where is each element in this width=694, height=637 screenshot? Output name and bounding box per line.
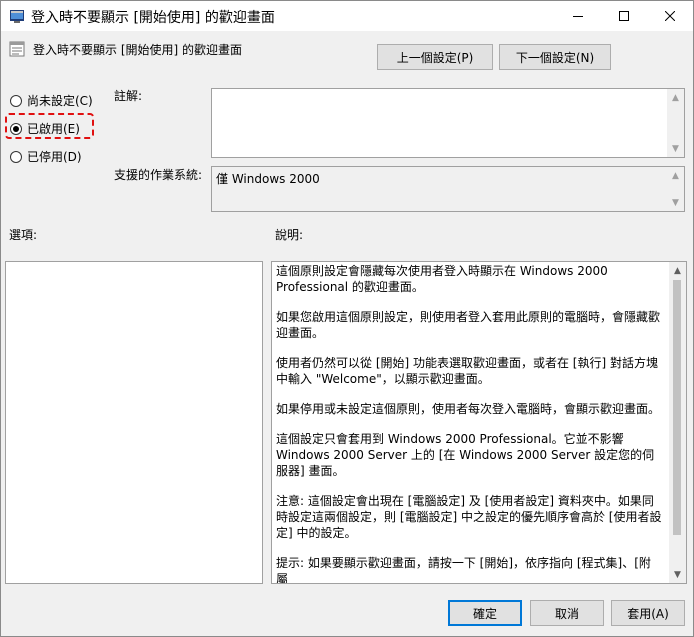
radio-label: 尚未設定(C) [27,94,93,108]
supported-os-value: 僅 Windows 2000 [216,172,320,186]
help-paragraph: 這個設定只會套用到 Windows 2000 Professional。它並不影… [276,432,655,478]
scroll-up-icon[interactable]: ▲ [669,262,686,279]
help-paragraph: 如果您啟用這個原則設定，則使用者登入套用此原則的電腦時，會隱藏歡迎畫面。 [276,310,661,340]
policy-app-icon [10,10,24,23]
enabled-highlight-box [5,113,94,139]
scroll-up-icon[interactable]: ▲ [667,89,684,106]
scroll-down-icon[interactable]: ▼ [669,566,686,583]
help-paragraph: 注意: 這個設定會出現在 [電腦設定] 及 [使用者設定] 資料夾中。如果同時設… [276,494,662,540]
help-scroll-thumb[interactable] [673,280,681,535]
radio-circle[interactable] [10,94,22,107]
options-label: 選項: [9,228,38,242]
cancel-button[interactable]: 取消 [530,600,604,626]
next-setting-button[interactable]: 下一個設定(N) [499,44,611,70]
title-bar[interactable]: 登入時不要顯示 [開始使用] 的歡迎畫面 [1,1,693,31]
supported-os-scrollbar[interactable]: ▲ ▼ [667,167,684,211]
comment-textarea[interactable]: ▲ ▼ [211,88,685,158]
help-paragraph: 這個原則設定會隱藏每次使用者登入時顯示在 Windows 2000 Profes… [276,264,608,294]
scroll-up-icon[interactable]: ▲ [667,167,684,184]
comment-label: 註解: [114,89,143,103]
comment-scrollbar[interactable]: ▲ ▼ [667,89,684,157]
help-paragraph: 提示: 如果要顯示歡迎畫面，請按一下 [開始]，依序指向 [程式集]、[附屬 [276,556,651,584]
help-text: 這個原則設定會隱藏每次使用者登入時顯示在 Windows 2000 Profes… [276,263,662,584]
policy-dialog: 登入時不要顯示 [開始使用] 的歡迎畫面 登入時不要顯示 [開始使用] 的歡迎畫… [0,0,694,637]
minimize-icon [573,16,583,17]
help-paragraph: 使用者仍然可以從 [開始] 功能表選取歡迎畫面，或者在 [執行] 對話方塊中輸入… [276,356,658,386]
maximize-icon [619,11,629,21]
supported-os-field: 僅 Windows 2000 ▲ ▼ [211,166,685,212]
maximize-button[interactable] [601,1,647,31]
policy-setting-icon [9,41,25,57]
supported-os-label: 支援的作業系統: [114,168,203,182]
window-title: 登入時不要顯示 [開始使用] 的歡迎畫面 [31,10,275,26]
scroll-down-icon[interactable]: ▼ [667,140,684,157]
help-pane[interactable]: 這個原則設定會隱藏每次使用者登入時顯示在 Windows 2000 Profes… [271,261,687,584]
help-label: 說明: [275,228,304,242]
apply-button[interactable]: 套用(A) [611,600,685,626]
radio-disabled[interactable]: 已停用(D) [10,148,82,165]
radio-not-configured[interactable]: 尚未設定(C) [10,92,93,109]
options-pane [5,261,263,584]
help-scrollbar[interactable]: ▲ ▼ [669,262,686,583]
close-icon [665,11,675,21]
help-paragraph: 如果停用或未設定這個原則，使用者每次登入電腦時，會顯示歡迎畫面。 [276,402,661,416]
radio-label: 已停用(D) [27,150,82,164]
close-button[interactable] [647,1,693,31]
ok-button[interactable]: 確定 [448,600,522,626]
scroll-down-icon[interactable]: ▼ [667,194,684,211]
minimize-button[interactable] [555,1,601,31]
policy-name: 登入時不要顯示 [開始使用] 的歡迎畫面 [33,43,242,57]
previous-setting-button[interactable]: 上一個設定(P) [377,44,493,70]
radio-circle[interactable] [10,150,22,163]
